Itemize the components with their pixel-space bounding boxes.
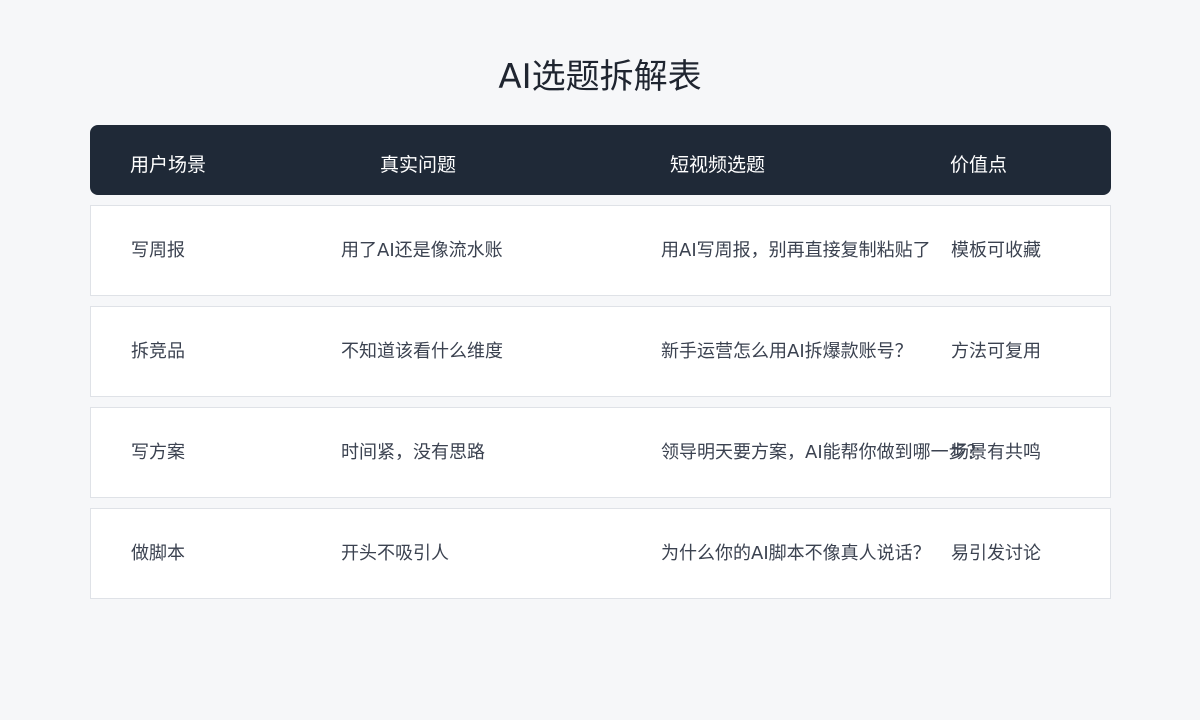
table-header: 用户场景 真实问题 短视频选题 价值点 [90,125,1111,195]
cell-value-point: 方法可复用 [951,341,1041,362]
header-value-point: 价值点 [950,154,1008,176]
cell-real-problem: 时间紧，没有思路 [341,442,485,463]
cell-real-problem: 开头不吸引人 [341,543,449,564]
cell-value-point: 易引发讨论 [951,543,1041,564]
header-video-topic: 短视频选题 [670,154,766,176]
page-title: AI选题拆解表 [498,57,702,97]
table-row: 写周报 用了AI还是像流水账 用AI写周报，别再直接复制粘贴了 模板可收藏 [90,205,1111,296]
table-row: 写方案 时间紧，没有思路 领导明天要方案，AI能帮你做到哪一步？ 场景有共鸣 [90,407,1111,498]
cell-video-topic: 领导明天要方案，AI能帮你做到哪一步？ [661,442,985,463]
cell-user-scenario: 做脚本 [131,543,185,564]
cell-video-topic: 新手运营怎么用AI拆爆款账号？ [661,341,913,362]
cell-value-point: 模板可收藏 [951,240,1041,261]
cell-user-scenario: 写方案 [131,442,185,463]
table-row: 拆竞品 不知道该看什么维度 新手运营怎么用AI拆爆款账号？ 方法可复用 [90,306,1111,397]
cell-video-topic: 为什么你的AI脚本不像真人说话？ [661,543,931,564]
cell-user-scenario: 写周报 [131,240,185,261]
cell-real-problem: 不知道该看什么维度 [341,341,503,362]
header-real-problem: 真实问题 [380,154,457,176]
cell-real-problem: 用了AI还是像流水账 [341,240,503,261]
cell-video-topic: 用AI写周报，别再直接复制粘贴了 [661,240,931,261]
cell-value-point: 场景有共鸣 [951,442,1041,463]
topic-table: 用户场景 真实问题 短视频选题 价值点 写周报 用了AI还是像流水账 用AI写周… [90,125,1111,599]
table-row: 做脚本 开头不吸引人 为什么你的AI脚本不像真人说话？ 易引发讨论 [90,508,1111,599]
cell-user-scenario: 拆竞品 [131,341,185,362]
header-user-scenario: 用户场景 [130,154,207,176]
